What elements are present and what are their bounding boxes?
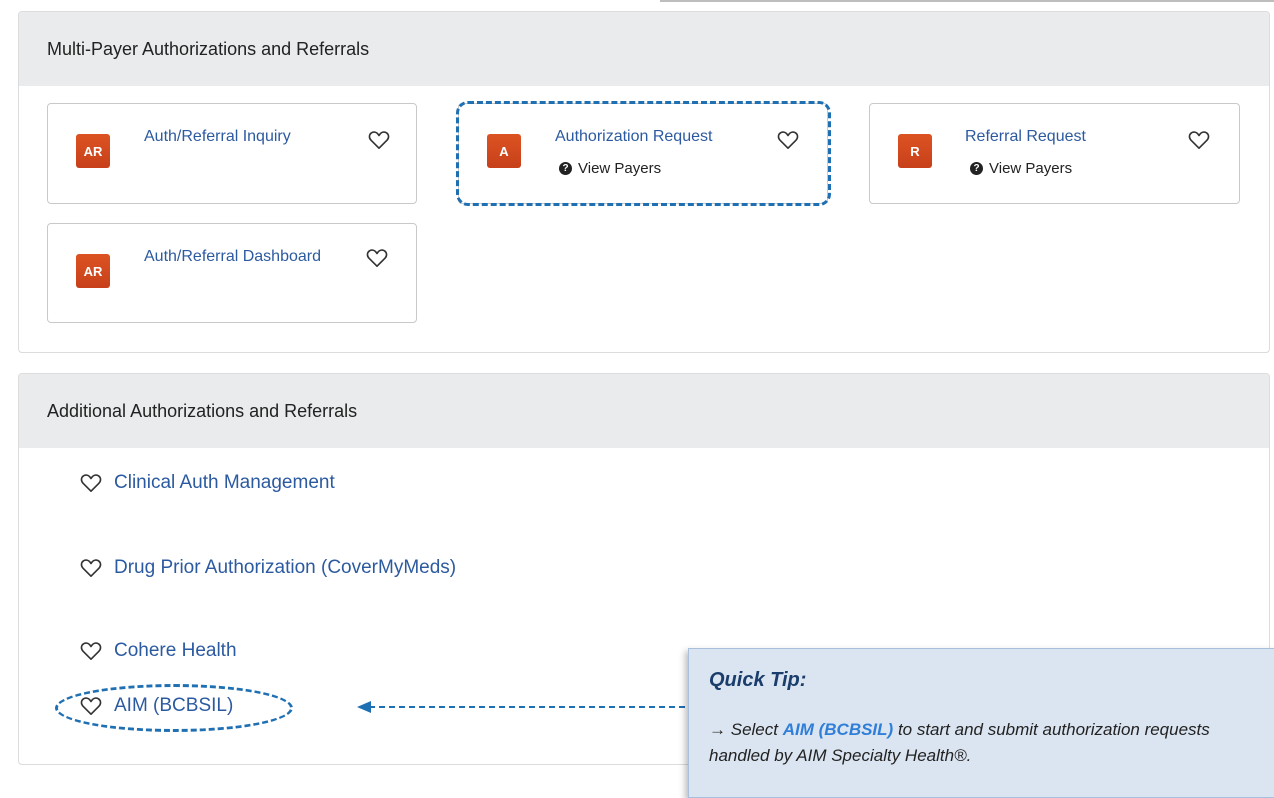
quick-tip-title: Quick Tip: [709,669,807,691]
tip-pre: Select [730,720,778,739]
arrow-icon: → [709,720,726,739]
link-label[interactable]: Drug Prior Authorization (CoverMyMeds) [114,557,456,579]
heart-icon[interactable] [80,641,102,661]
heart-icon[interactable] [368,130,390,150]
referral-badge: R [898,134,932,168]
cohere-health-link[interactable]: Cohere Health [80,640,237,662]
callout-arrow [357,701,693,713]
authorization-request-highlight [456,101,831,206]
question-circle-icon: ? [970,162,983,175]
link-label[interactable]: Clinical Auth Management [114,472,335,494]
clinical-auth-management-link[interactable]: Clinical Auth Management [80,472,335,494]
auth-referral-dashboard-link[interactable]: Auth/Referral Dashboard [144,248,321,266]
quick-tip-text: → Select AIM (BCBSIL) to start and submi… [709,717,1269,769]
drug-prior-authorization-link[interactable]: Drug Prior Authorization (CoverMyMeds) [80,557,456,579]
view-payers-link[interactable]: ? View Payers [970,160,1072,177]
view-payers-label: View Payers [989,160,1073,177]
top-divider [660,0,1274,2]
auth-referral-badge: AR [76,134,110,168]
referral-request-link[interactable]: Referral Request [965,128,1086,146]
auth-referral-dashboard-card[interactable]: AR Auth/Referral Dashboard [47,223,417,323]
auth-referral-badge: AR [76,254,110,288]
auth-referral-inquiry-link[interactable]: Auth/Referral Inquiry [144,128,291,146]
heart-icon[interactable] [80,558,102,578]
link-label[interactable]: Cohere Health [114,640,237,662]
auth-referral-inquiry-card[interactable]: AR Auth/Referral Inquiry [47,103,417,204]
aim-highlight-ellipse [55,684,293,732]
quick-tip-callout: Quick Tip: → Select AIM (BCBSIL) to star… [688,648,1274,798]
multi-payer-heading: Multi-Payer Authorizations and Referrals [19,12,1269,86]
heart-icon[interactable] [1188,130,1210,150]
additional-heading: Additional Authorizations and Referrals [19,374,1269,448]
heart-icon[interactable] [366,248,388,268]
heart-icon[interactable] [80,473,102,493]
referral-request-card[interactable]: R Referral Request ? View Payers [869,103,1240,204]
tip-highlight: AIM (BCBSIL) [782,720,894,739]
